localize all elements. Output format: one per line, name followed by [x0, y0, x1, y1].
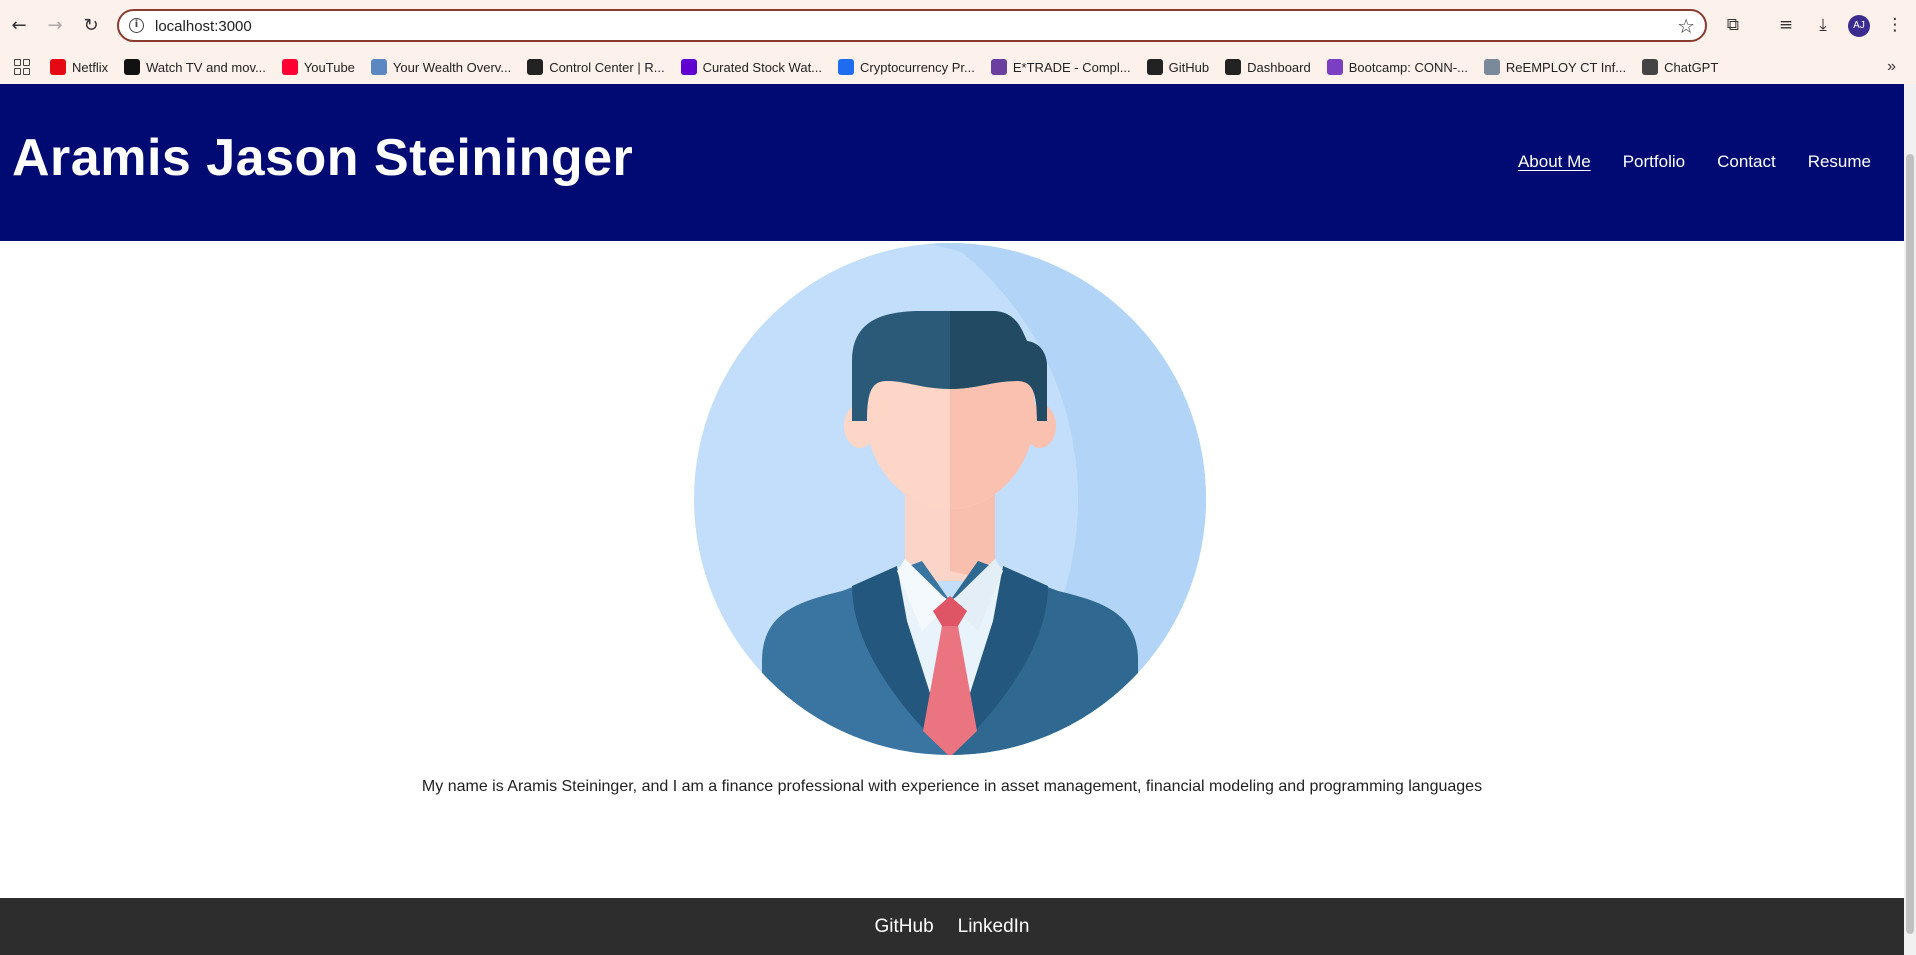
dashboard-icon: [1225, 59, 1242, 75]
netflix-icon: [50, 59, 66, 75]
page-viewport: Aramis Jason Steininger About Me Portfol…: [0, 84, 1904, 955]
bookmark-label: GitHub: [1168, 59, 1210, 75]
bookmark-item[interactable]: Dashboard: [1225, 59, 1311, 75]
bookmark-label: Cryptocurrency Pr...: [860, 59, 975, 75]
bookmark-item[interactable]: ReEMPLOY CT Inf...: [1483, 59, 1627, 75]
yahoo-icon: [680, 59, 697, 75]
bookmark-label: E*TRADE - Compl...: [1012, 59, 1131, 75]
downloads-icon[interactable]: ⤓: [1810, 12, 1836, 38]
site-footer: GitHub LinkedIn: [0, 898, 1904, 955]
menu-kebab-icon[interactable]: ⋮: [1882, 12, 1908, 38]
bookmark-item[interactable]: GitHub: [1146, 59, 1210, 75]
bookmark-item[interactable]: ChatGPT: [1642, 59, 1718, 75]
chatgpt-icon: [1642, 59, 1659, 75]
forward-arrow-icon[interactable]: →: [42, 12, 68, 38]
bookmark-item[interactable]: Your Wealth Overv...: [370, 59, 512, 75]
bookmark-item[interactable]: Curated Stock Wat...: [680, 59, 823, 75]
bookmark-label: Dashboard: [1247, 59, 1311, 75]
bookmark-item[interactable]: Bootcamp: CONN-...: [1326, 59, 1468, 75]
address-bar[interactable]: i localhost:3000 ☆: [117, 9, 1707, 42]
footer-github-link[interactable]: GitHub: [875, 916, 934, 938]
etrade-icon: [990, 59, 1007, 75]
url-text[interactable]: localhost:3000: [155, 18, 252, 35]
nav-contact[interactable]: Contact: [1717, 152, 1776, 172]
site-header: Aramis Jason Steininger About Me Portfol…: [0, 84, 1904, 241]
profile-avatar[interactable]: AJ: [1848, 15, 1870, 37]
youtube-icon: [281, 59, 298, 75]
site-nav: About Me Portfolio Contact Resume: [1518, 152, 1871, 172]
profile-avatar-illustration: [694, 243, 1206, 755]
reading-list-icon[interactable]: ≡: [1773, 12, 1799, 38]
bookmark-label: Netflix: [72, 59, 109, 75]
hulu-icon: [124, 59, 141, 75]
site-info-icon[interactable]: i: [129, 18, 144, 33]
bookmark-label: YouTube: [303, 59, 355, 75]
bookmark-item[interactable]: YouTube: [281, 59, 355, 75]
more-bookmarks-icon[interactable]: »: [1887, 58, 1896, 76]
nav-resume[interactable]: Resume: [1808, 152, 1871, 172]
browser-toolbar: ← → ↻ i localhost:3000 ☆ ⧉ ≡ ⤓ AJ ⋮: [0, 0, 1916, 50]
bookmark-item[interactable]: Control Center | R...: [527, 59, 665, 75]
bookmarks-bar: Netflix Watch TV and mov... YouTube Your We…: [0, 50, 1916, 84]
bio-text: My name is Aramis Steininger, and I am a…: [421, 778, 1483, 795]
bookmark-label: Bootcamp: CONN-...: [1348, 59, 1468, 75]
back-arrow-icon[interactable]: ←: [6, 12, 32, 38]
site-title: Aramis Jason Steininger: [12, 129, 634, 187]
bookmark-item[interactable]: Watch TV and mov...: [124, 59, 266, 75]
bookmark-item[interactable]: Netflix: [50, 59, 108, 75]
bookmark-label: Curated Stock Wat...: [702, 59, 823, 75]
bookmark-label: ChatGPT: [1664, 59, 1719, 75]
extensions-icon[interactable]: ⧉: [1720, 12, 1746, 38]
bookmark-label: Watch TV and mov...: [146, 59, 266, 75]
bookmark-label: Control Center | R...: [549, 59, 665, 75]
reload-icon[interactable]: ↻: [78, 12, 104, 38]
bookmark-label: ReEMPLOY CT Inf...: [1505, 59, 1627, 75]
reemploy-icon: [1483, 59, 1500, 75]
apps-grid-icon[interactable]: [14, 59, 30, 75]
rv-icon: [527, 59, 544, 75]
bookmark-label: Your Wealth Overv...: [392, 59, 512, 75]
bookmark-star-icon[interactable]: ☆: [1677, 14, 1695, 38]
scrollbar-thumb[interactable]: [1906, 154, 1914, 934]
footer-linkedin-link[interactable]: LinkedIn: [958, 916, 1030, 938]
page-scrollbar[interactable]: [1904, 84, 1916, 955]
crypto-icon: [838, 59, 855, 75]
nav-about-me[interactable]: About Me: [1518, 152, 1591, 172]
wealth-icon: [370, 59, 387, 75]
bookmark-item[interactable]: Cryptocurrency Pr...: [838, 59, 975, 75]
bookmark-list: Netflix Watch TV and mov... YouTube Your We…: [50, 59, 1734, 75]
nav-portfolio[interactable]: Portfolio: [1623, 152, 1685, 172]
edx-icon: [1326, 59, 1343, 75]
github-icon: [1146, 59, 1163, 75]
bookmark-item[interactable]: E*TRADE - Compl...: [990, 59, 1131, 75]
